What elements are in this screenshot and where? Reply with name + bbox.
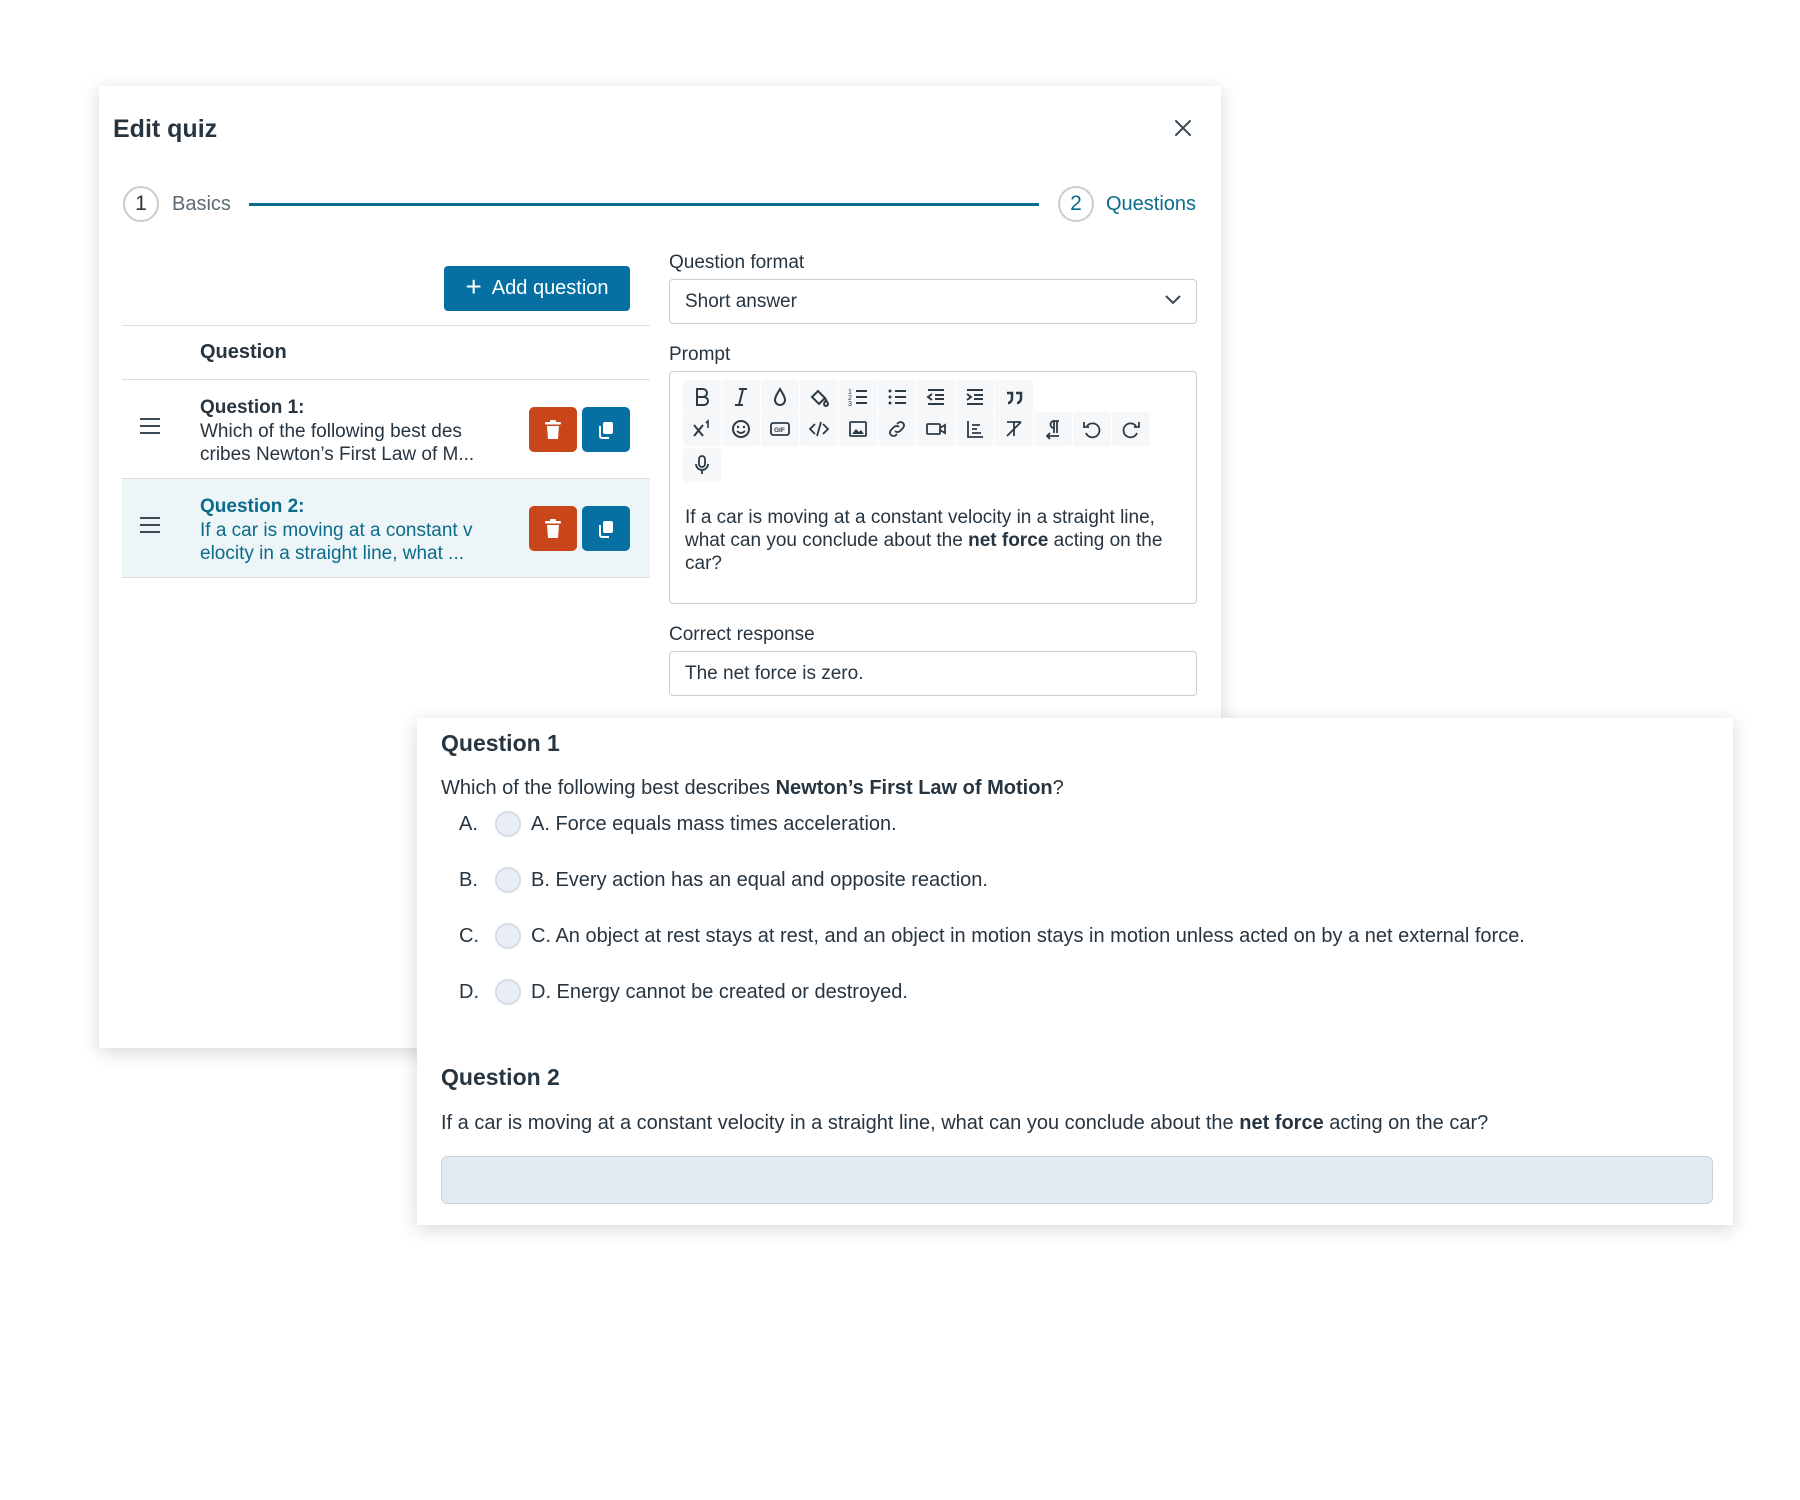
drag-handle-icon[interactable] — [140, 517, 160, 533]
delete-question-button[interactable] — [529, 407, 577, 452]
preview-question-1-title: Question 1 — [441, 730, 560, 756]
toolbar-row: GIF — [683, 412, 1150, 446]
question-item-snippet: Which of the following best des cribes N… — [200, 421, 475, 465]
copy-icon — [599, 520, 613, 538]
italic-icon[interactable] — [722, 380, 760, 414]
choice-text: B. Every action has an equal and opposit… — [531, 868, 988, 891]
close-icon[interactable] — [1171, 116, 1195, 140]
choice-d[interactable]: D. D. Energy cannot be created or destro… — [459, 977, 908, 1007]
question-item-snippet: If a car is moving at a constant v eloci… — [200, 520, 473, 564]
choice-c[interactable]: C. C. An object at rest stays at rest, a… — [459, 921, 1525, 951]
undo-icon[interactable] — [1073, 412, 1111, 446]
drag-handle-icon[interactable] — [140, 418, 160, 434]
question-list-item[interactable]: Question 2: If a car is moving at a cons… — [122, 479, 650, 578]
question-list-item[interactable]: Question 1: Which of the following best … — [122, 380, 650, 479]
correct-response-input[interactable]: The net force is zero. — [669, 651, 1197, 696]
bold-icon[interactable] — [683, 380, 721, 414]
duplicate-question-button[interactable] — [582, 506, 630, 551]
step-2-label[interactable]: Questions — [1106, 193, 1196, 216]
radio-button[interactable] — [495, 867, 521, 893]
add-question-button[interactable]: + Add question — [444, 266, 630, 311]
prompt-rich-text-editor[interactable]: 123 GIF If a car is moving at a constant… — [669, 371, 1197, 604]
toolbar-row: 123 — [683, 380, 1033, 414]
choice-text: C. An object at rest stays at rest, and … — [531, 924, 1525, 947]
question-item-title: Question 1: — [200, 397, 305, 418]
question-format-value: Short answer — [685, 291, 797, 312]
radio-button[interactable] — [495, 923, 521, 949]
step-1-label[interactable]: Basics — [172, 193, 231, 216]
delete-question-button[interactable] — [529, 506, 577, 551]
quote-icon[interactable] — [995, 380, 1033, 414]
choice-a[interactable]: A. A. Force equals mass times accelerati… — [459, 809, 897, 839]
add-question-label: Add question — [491, 277, 609, 299]
prompt-text[interactable]: If a car is moving at a constant velocit… — [685, 506, 1185, 575]
preview-question-2-title: Question 2 — [441, 1064, 560, 1090]
step-connector — [249, 203, 1039, 206]
preview-question-1-text: Which of the following best describes Ne… — [441, 777, 1064, 799]
question-item-title: Question 2: — [200, 496, 305, 517]
code-icon[interactable] — [800, 412, 838, 446]
toolbar-row — [683, 448, 721, 482]
image-icon[interactable] — [839, 412, 877, 446]
outdent-icon[interactable] — [917, 380, 955, 414]
paragraph-direction-icon[interactable] — [1034, 412, 1072, 446]
correct-response-label: Correct response — [669, 624, 815, 645]
text-color-icon[interactable] — [761, 380, 799, 414]
bullet-list-icon[interactable] — [878, 380, 916, 414]
chevron-down-icon — [1165, 295, 1181, 305]
step-1-number[interactable]: 1 — [123, 186, 159, 222]
svg-text:GIF: GIF — [774, 427, 785, 434]
clear-format-icon[interactable] — [995, 412, 1033, 446]
modal-title: Edit quiz — [113, 115, 218, 143]
indent-icon[interactable] — [956, 380, 994, 414]
copy-icon — [599, 421, 613, 439]
choice-text: D. Energy cannot be created or destroyed… — [531, 980, 908, 1003]
link-icon[interactable] — [878, 412, 916, 446]
radio-button[interactable] — [495, 811, 521, 837]
emoji-icon[interactable] — [722, 412, 760, 446]
step-2-number[interactable]: 2 — [1058, 186, 1094, 222]
question-list-header: Question — [200, 341, 287, 363]
gif-icon[interactable]: GIF — [761, 412, 799, 446]
divider — [122, 325, 650, 326]
microphone-icon[interactable] — [683, 448, 721, 482]
choice-text: A. Force equals mass times acceleration. — [531, 812, 897, 835]
prompt-bold-text: net force — [968, 530, 1049, 551]
trash-icon — [545, 419, 561, 439]
duplicate-question-button[interactable] — [582, 407, 630, 452]
radio-button[interactable] — [495, 979, 521, 1005]
redo-icon[interactable] — [1112, 412, 1150, 446]
quiz-preview-card: Question 1 Which of the following best d… — [417, 718, 1733, 1225]
prompt-label: Prompt — [669, 344, 731, 365]
trash-icon — [545, 518, 561, 538]
choice-b[interactable]: B. B. Every action has an equal and oppo… — [459, 865, 988, 895]
svg-text:3: 3 — [848, 401, 852, 408]
plus-icon: + — [465, 271, 482, 302]
align-icon[interactable] — [956, 412, 994, 446]
background-color-icon[interactable] — [800, 380, 838, 414]
video-icon[interactable] — [917, 412, 955, 446]
superscript-icon[interactable] — [683, 412, 721, 446]
answer-input[interactable] — [441, 1156, 1713, 1204]
preview-question-2-text: If a car is moving at a constant velocit… — [441, 1112, 1489, 1134]
stepper: 1 Basics 2 Questions — [123, 186, 1197, 224]
question-format-select[interactable]: Short answer — [669, 279, 1197, 324]
ordered-list-icon[interactable]: 123 — [839, 380, 877, 414]
question-format-label: Question format — [669, 252, 805, 273]
